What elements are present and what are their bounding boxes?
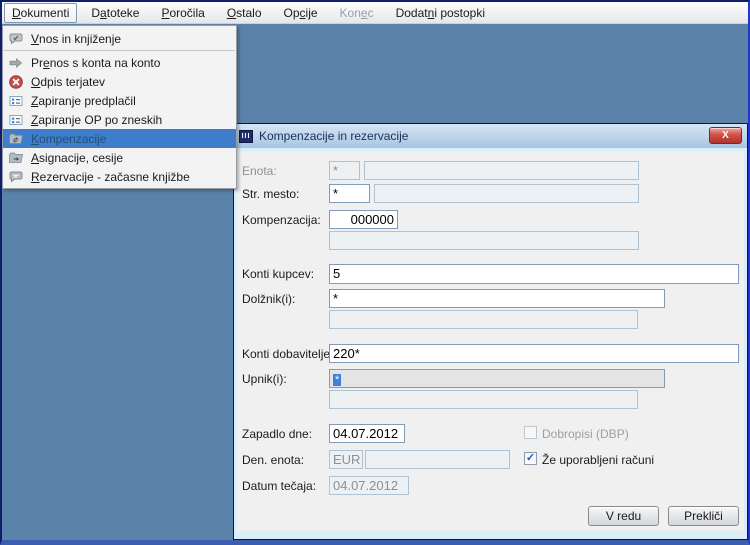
upnik-name-field [329,390,638,409]
menu-item-kompenzacije[interactable]: Kompenzacije [3,129,236,148]
datum-tecaja-field: 04.07.2012 [329,476,409,495]
menu-bar: Dokumenti Datoteke Poročila Ostalo Opcij… [2,2,748,24]
dialog-kompenzacije: III Kompenzacije in rezervacije X Enota:… [233,123,748,540]
selected-text: * [333,374,342,386]
grid-check-icon [9,95,23,106]
menu-item-zapiranje-predplacil[interactable]: Zapiranje predplačil [3,91,236,110]
menu-separator [4,50,235,51]
enota-star-field: * [329,161,360,180]
dobropisi-checkbox-label: Dobropisi (DBP) [542,427,629,441]
bubble-icon [9,171,23,182]
menu-item-label: Vnos in knjiženje [31,31,122,46]
menu-item-rezervacije[interactable]: Rezervacije - začasne knjižbe [3,167,236,186]
menu-item-vnos-in-knjizenje[interactable]: Vnos in knjiženje [3,29,236,48]
app-icon: III [239,129,253,143]
app-window: Dokumenti Datoteke Poročila Ostalo Opcij… [0,0,750,545]
dolznik-label: Dolžnik(i): [242,292,296,306]
kompenzacija-label: Kompenzacija: [242,213,321,227]
menu-item-label: Rezervacije - začasne knjižbe [31,169,190,184]
cancel-circle-icon [9,74,23,89]
konti-kupcev-label: Konti kupcev: [242,267,315,281]
bubble-edit-icon [9,33,23,44]
den-enota-name-field [365,450,510,469]
dobropisi-checkbox [524,426,537,439]
menubar-item-porocila[interactable]: Poročila [153,3,212,23]
konti-kupcev-field[interactable]: 5 [329,264,739,284]
folder-arrow-icon [9,152,23,163]
folder-swap-icon [9,133,23,144]
kompenzacija-field[interactable]: 000000 [329,210,398,229]
check-icon: ✓ [525,452,536,464]
menu-item-label: Kompenzacije [31,131,107,146]
menu-item-label: Zapiranje predplačil [31,93,136,108]
grid-check-icon [9,114,23,125]
datum-tecaja-label: Datum tečaja: [242,479,317,493]
menubar-item-dodatni-postopki[interactable]: Dodatni postopki [388,3,493,23]
menubar-item-konec: Konec [339,5,374,20]
upnik-label: Upnik(i): [242,372,287,386]
enota-label: Enota: [242,164,277,178]
ze-uporabljeni-checkbox[interactable]: ✓ [524,452,537,465]
dolznik-field[interactable]: * [329,289,665,308]
close-icon[interactable]: X [709,127,742,144]
konti-dobaviteljev-label: Konti dobaviteljev: [242,347,340,361]
menubar-item-opcije[interactable]: Opcije [276,3,326,23]
kompenzacija-name-field [329,231,639,250]
dialog-titlebar[interactable]: III Kompenzacije in rezervacije X [234,124,747,148]
upnik-field[interactable]: * [329,369,665,388]
menu-item-label: Zapiranje OP po zneskih [31,112,163,127]
str-mesto-name-field [374,184,639,203]
menu-item-asignacije-cesije[interactable]: Asignacije, cesije [3,148,236,167]
den-enota-label: Den. enota: [242,453,305,467]
menubar-item-ostalo[interactable]: Ostalo [219,3,270,23]
arrow-right-icon [9,57,23,68]
str-mesto-label: Str. mesto: [242,187,300,201]
menubar-item-dokumenti[interactable]: Dokumenti [4,2,78,23]
dolznik-name-field [329,310,638,329]
cancel-button[interactable]: Prekliči [668,506,739,526]
den-enota-field: EUR [329,450,363,469]
zapadlo-dne-label: Zapadlo dne: [242,427,313,441]
menu-item-zapiranje-op-po-zneskih[interactable]: Zapiranje OP po zneskih [3,110,236,129]
menu-item-label: Prenos s konta na konto [31,55,161,70]
dialog-title: Kompenzacije in rezervacije [259,129,409,143]
dokumenti-dropdown-menu: Vnos in knjiženje Prenos s konta na kont… [2,25,237,189]
enota-name-field [364,161,639,180]
menu-item-label: Asignacije, cesije [31,150,124,165]
menu-item-prenos-s-konta[interactable]: Prenos s konta na konto [3,53,236,72]
konti-dobaviteljev-field[interactable]: 220* [329,344,739,363]
ze-uporabljeni-checkbox-label: Že uporabljeni računi [542,453,655,467]
menu-item-label: Odpis terjatev [31,74,106,89]
menubar-item-datoteke[interactable]: Datoteke [83,3,147,23]
zapadlo-dne-field[interactable]: 04.07.2012 [329,424,405,443]
ok-button[interactable]: V redu [588,506,659,526]
str-mesto-field[interactable]: * [329,184,370,203]
menu-item-odpis-terjatev[interactable]: Odpis terjatev [3,72,236,91]
